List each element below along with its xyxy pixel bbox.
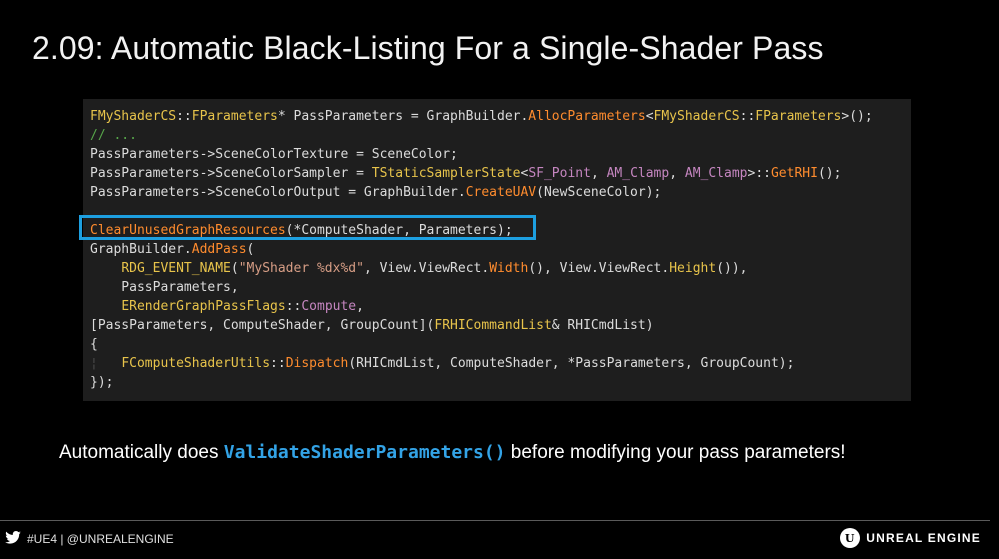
code-token: TStaticSamplerState <box>371 166 521 181</box>
footer-divider <box>0 520 990 521</box>
caption-code: ValidateShaderParameters() <box>223 442 506 463</box>
code-token: PassParameters->SceneColorTexture = Scen… <box>90 147 458 162</box>
code-token: & RHICmdList) <box>551 318 654 333</box>
code-line: ERenderGraphPassFlags::Compute, <box>90 297 873 316</box>
code-token: FMyShaderCS <box>90 109 177 124</box>
code-token: ERenderGraphPassFlags <box>121 299 286 314</box>
code-token: ¦ <box>90 356 122 371</box>
code-token: CreateUAV <box>465 185 537 200</box>
code-token: SF_Point <box>528 166 591 181</box>
code-token: }); <box>90 375 114 390</box>
code-block: FMyShaderCS::FParameters* PassParameters… <box>90 107 873 392</box>
code-token: (), View.ViewRect. <box>528 261 670 276</box>
code-token: (NewSceneColor); <box>536 185 662 200</box>
code-token: AM_Clamp <box>606 166 670 181</box>
code-line: FMyShaderCS::FParameters* PassParameters… <box>90 107 873 126</box>
caption-prefix: Automatically does <box>59 442 224 463</box>
code-token: FRHICommandList <box>434 318 552 333</box>
footer-brand: U UNREAL ENGINE <box>840 528 981 548</box>
code-token: :: <box>739 109 756 124</box>
code-line: ¦ FComputeShaderUtils::Dispatch(RHICmdLi… <box>90 354 873 373</box>
code-token: RDG_EVENT_NAME <box>121 261 231 276</box>
code-panel: FMyShaderCS::FParameters* PassParameters… <box>83 99 911 401</box>
code-line: { <box>90 335 873 354</box>
code-token: Height <box>669 261 717 276</box>
footer-social: #UE4 | @UNREALENGINE <box>5 531 174 547</box>
caption-suffix: before modifying your pass parameters! <box>505 442 846 463</box>
code-line: GraphBuilder.AddPass( <box>90 240 873 259</box>
code-token: GraphBuilder. <box>90 242 192 257</box>
caption: Automatically does ValidateShaderParamet… <box>59 442 846 464</box>
code-token: Dispatch <box>285 356 349 371</box>
code-token: { <box>90 337 98 352</box>
code-token: :: <box>270 356 286 371</box>
code-line: PassParameters->SceneColorSampler = TSta… <box>90 164 873 183</box>
twitter-bird-icon <box>5 531 21 547</box>
code-token: , <box>669 166 685 181</box>
code-line: PassParameters->SceneColorOutput = Graph… <box>90 183 873 202</box>
code-token: >(); <box>841 109 873 124</box>
code-token: Compute <box>301 299 357 314</box>
code-token: FComputeShaderUtils <box>121 356 271 371</box>
code-token: AM_Clamp <box>684 166 748 181</box>
code-token: PassParameters->SceneColorOutput = Graph… <box>90 185 466 200</box>
code-token: [PassParameters, ComputeShader, GroupCou… <box>90 318 435 333</box>
code-token: // ... <box>90 128 137 143</box>
code-line: [PassParameters, ComputeShader, GroupCou… <box>90 316 873 335</box>
code-token: AddPass <box>191 242 247 257</box>
code-token: (); <box>817 166 842 181</box>
footer-social-text: #UE4 | @UNREALENGINE <box>27 532 174 546</box>
code-line: // ... <box>90 126 873 145</box>
highlight-box <box>79 215 536 240</box>
code-token: >:: <box>747 166 771 181</box>
code-token: , <box>356 299 364 314</box>
unreal-engine-logo-icon: U <box>840 528 861 548</box>
code-token: < <box>645 109 654 124</box>
code-token: ( <box>246 242 255 257</box>
code-token: AllocParameters <box>528 109 646 124</box>
code-token: ( <box>230 261 239 276</box>
code-token: GetRHI <box>770 166 818 181</box>
code-token: , <box>590 166 607 181</box>
code-line: }); <box>90 373 873 392</box>
code-token: FMyShaderCS <box>653 109 740 124</box>
code-token: (RHICmdList, ComputeShader, *PassParamet… <box>348 356 795 371</box>
code-line: PassParameters->SceneColorTexture = Scen… <box>90 145 873 164</box>
code-line: PassParameters, <box>90 278 873 297</box>
code-token: Width <box>489 261 529 276</box>
code-token: FParameters <box>755 109 842 124</box>
code-token: :: <box>176 109 192 124</box>
code-token: FParameters <box>191 109 278 124</box>
code-token: * PassParameters = GraphBuilder. <box>277 109 529 124</box>
code-token: , View.ViewRect. <box>363 261 490 276</box>
code-token: :: <box>285 299 302 314</box>
footer-brand-text: UNREAL ENGINE <box>866 531 981 545</box>
code-token: PassParameters, <box>90 280 239 295</box>
code-line: RDG_EVENT_NAME("MyShader %dx%d", View.Vi… <box>90 259 873 278</box>
code-token: ()), <box>716 261 748 276</box>
slide-title: 2.09: Automatic Black-Listing For a Sing… <box>32 30 824 66</box>
code-token: "MyShader %dx%d" <box>238 261 364 276</box>
code-token: PassParameters->SceneColorSampler = <box>90 166 372 181</box>
